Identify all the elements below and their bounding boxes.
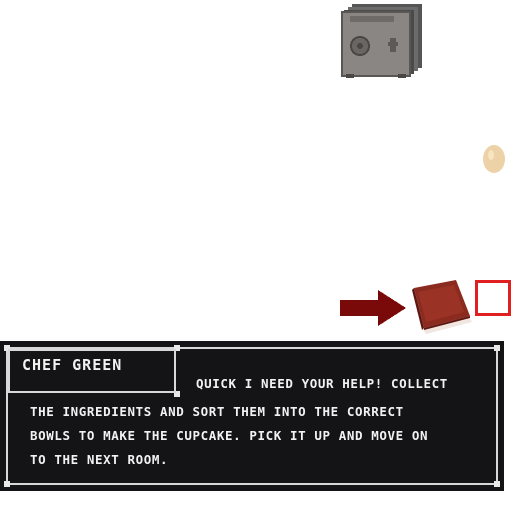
safe-icon[interactable] xyxy=(340,2,424,78)
selection-box[interactable] xyxy=(475,280,511,316)
right-arrow-icon xyxy=(338,288,408,328)
dialog-line: QUICK I NEED YOUR HELP! COLLECT xyxy=(196,376,448,391)
frame-corner xyxy=(494,345,500,351)
book-icon[interactable] xyxy=(408,278,476,334)
dialog-line: BOWLS TO MAKE THE CUPCAKE. PICK IT UP AN… xyxy=(30,428,429,443)
game-scene: CHEF GREEN QUICK I NEED YOUR HELP! COLLE… xyxy=(0,0,512,512)
speaker-name: CHEF GREEN xyxy=(22,356,123,374)
dialog-box: CHEF GREEN QUICK I NEED YOUR HELP! COLLE… xyxy=(0,341,504,491)
frame-corner xyxy=(4,481,10,487)
egg-icon[interactable] xyxy=(480,142,508,174)
frame-corner xyxy=(494,481,500,487)
dialog-line: THE INGREDIENTS AND SORT THEM INTO THE C… xyxy=(30,404,404,419)
dialog-line: TO THE NEXT ROOM. xyxy=(30,452,169,467)
